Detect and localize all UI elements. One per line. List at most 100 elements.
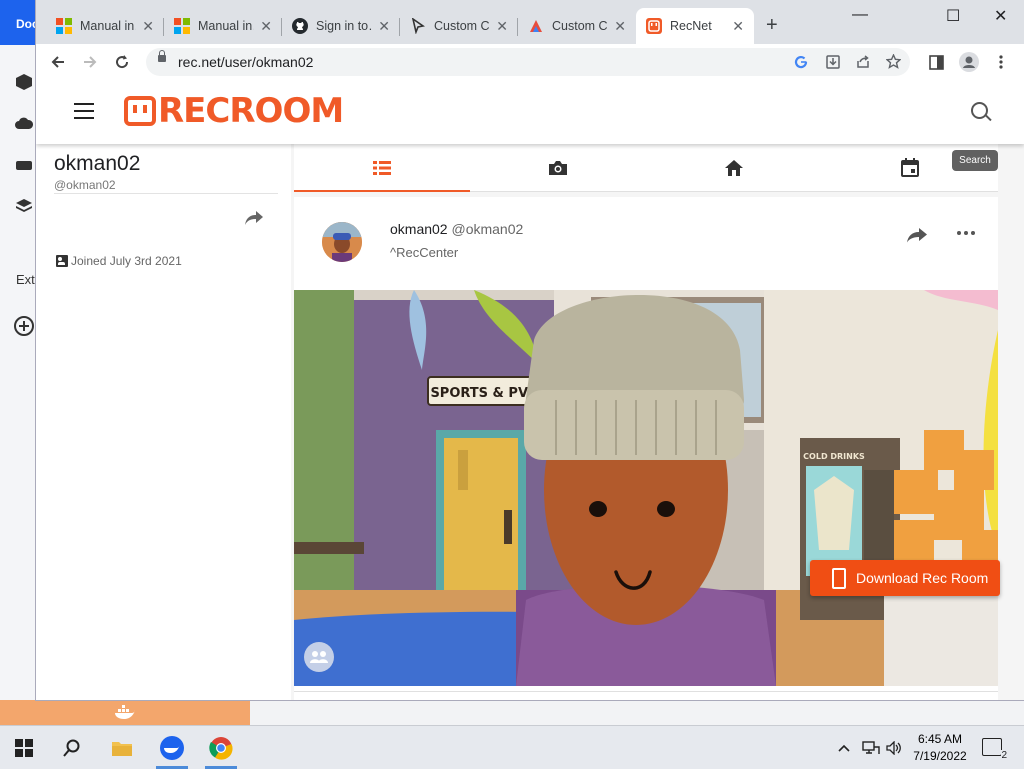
photo-post-card: okman02 @okman02 ^RecCenter SPORTS & PVP… — [294, 197, 998, 700]
tab-close-icon[interactable]: ✕ — [496, 18, 508, 35]
search-taskbar-button[interactable] — [48, 726, 96, 769]
search-tooltip: Search — [952, 150, 998, 171]
post-photo[interactable]: SPORTS & PVP COLD DRINKS — [294, 290, 998, 686]
share-page-icon[interactable] — [856, 55, 870, 69]
tab-title: Manual in… — [80, 19, 136, 33]
post-author-name: okman02 — [390, 221, 448, 237]
url-text[interactable]: rec.net/user/okman02 — [178, 54, 313, 70]
tab-rooms[interactable] — [646, 144, 822, 191]
install-icon[interactable] — [826, 55, 840, 69]
windows-logo-icon — [15, 738, 33, 757]
add-extension-icon[interactable] — [14, 316, 34, 336]
joined-text: Joined July 3rd 2021 — [71, 254, 182, 268]
tab-close-icon[interactable]: ✕ — [260, 18, 272, 35]
browser-toolbar: rec.net/user/okman02 — [36, 44, 1024, 81]
profile-display-name: okman02 — [54, 152, 141, 175]
google-icon[interactable] — [794, 55, 808, 69]
folder-icon — [112, 741, 132, 756]
tab-close-icon[interactable]: ✕ — [378, 18, 390, 35]
recroom-logo[interactable]: RECROOM — [124, 91, 344, 131]
sports-pvp-sign: SPORTS & PVP — [430, 386, 537, 401]
post-room-link[interactable]: ^RecCenter — [390, 245, 458, 260]
reload-button[interactable] — [110, 50, 134, 74]
post-author[interactable]: okman02 @okman02 — [390, 221, 523, 237]
address-bar[interactable]: rec.net/user/okman02 — [146, 48, 910, 76]
download-label: Download Rec Room — [856, 570, 989, 586]
microsoft-icon — [174, 18, 190, 34]
file-explorer-button[interactable] — [98, 726, 146, 769]
camera-icon — [549, 160, 567, 175]
recroom-face-icon — [124, 96, 156, 126]
docker-icon — [160, 735, 184, 760]
layers-icon[interactable] — [14, 196, 34, 216]
tab-close-icon[interactable]: ✕ — [732, 18, 744, 35]
hamburger-menu-icon[interactable] — [74, 103, 94, 119]
profile-button[interactable] — [957, 50, 981, 74]
logo-text: RECROOM — [158, 91, 344, 131]
chrome-taskbar-button[interactable] — [197, 726, 245, 769]
maximize-button[interactable]: ☐ — [946, 6, 960, 26]
lock-icon[interactable] — [158, 50, 166, 62]
tab-close-icon[interactable]: ✕ — [142, 18, 154, 35]
browser-tab-3[interactable]: Sign in to… ✕ — [282, 8, 400, 44]
clock[interactable]: 6:45 AM 7/19/2022 — [900, 731, 980, 765]
browser-tab-1[interactable]: Manual in… ✕ — [46, 8, 164, 44]
background-app-sidebar: Doc Ext — [0, 0, 37, 700]
share-icon[interactable] — [244, 210, 264, 226]
tab-photos[interactable] — [470, 144, 646, 191]
tab-title: Custom C… — [434, 19, 490, 33]
github-icon — [292, 18, 308, 34]
minimize-button[interactable]: — — [852, 6, 868, 24]
recroom-icon — [646, 18, 662, 34]
profile-handle: @okman02 — [54, 178, 116, 192]
browser-window: Manual in… ✕ Manual in… ✕ Sign in to… ✕ … — [36, 0, 1024, 700]
clock-time: 6:45 AM — [917, 732, 963, 746]
feed-list-icon — [373, 160, 391, 175]
recroom-snapshot-image: SPORTS & PVP COLD DRINKS — [294, 290, 998, 686]
network-icon[interactable] — [862, 726, 880, 769]
share-icon[interactable] — [906, 227, 928, 243]
download-rec-room-button[interactable]: Download Rec Room — [810, 560, 1000, 596]
post-footer — [294, 691, 998, 700]
browser-tab-recnet[interactable]: RecNet ✕ — [636, 8, 754, 44]
chrome-icon — [209, 736, 233, 760]
people-icon — [310, 651, 328, 663]
joined-date: Joined July 3rd 2021 — [56, 254, 182, 268]
search-icon[interactable] — [971, 102, 988, 119]
docker-whale-icon — [115, 705, 135, 719]
chevron-up-icon — [838, 744, 850, 752]
more-options-icon[interactable] — [957, 231, 975, 235]
show-hidden-icons-button[interactable] — [838, 726, 850, 769]
search-icon — [63, 739, 80, 757]
bookmark-star-icon[interactable] — [886, 54, 901, 69]
contact-card-icon — [56, 255, 68, 267]
windows-taskbar: 6:45 AM 7/19/2022 2 — [0, 725, 1024, 769]
notification-center-icon[interactable]: 2 — [982, 738, 1007, 761]
tab-title: Manual in… — [198, 19, 254, 33]
browser-tab-5[interactable]: Custom C… ✕ — [518, 8, 636, 44]
clock-date: 7/19/2022 — [913, 749, 967, 763]
arrow-left-icon — [51, 56, 64, 68]
divider — [54, 193, 278, 194]
new-tab-button[interactable]: + — [766, 14, 778, 37]
calendar-icon — [901, 158, 919, 177]
side-panel-button[interactable] — [924, 50, 948, 74]
back-button[interactable] — [46, 50, 70, 74]
browser-tab-4[interactable]: Custom C… ✕ — [400, 8, 518, 44]
drive-icon[interactable] — [14, 155, 34, 175]
cloud-icon[interactable] — [14, 114, 34, 134]
background-docker-bar — [0, 700, 250, 725]
close-window-button[interactable]: ✕ — [994, 6, 1007, 26]
microsoft-icon — [56, 18, 72, 34]
tab-close-icon[interactable]: ✕ — [614, 18, 626, 35]
docker-taskbar-button[interactable] — [148, 726, 196, 769]
browser-tab-2[interactable]: Manual in… ✕ — [164, 8, 282, 44]
background-app-bottom — [0, 700, 1024, 725]
browser-menu-button[interactable] — [989, 50, 1013, 74]
tab-feed[interactable] — [294, 144, 470, 192]
avatar[interactable] — [322, 222, 362, 262]
cube-icon[interactable] — [14, 72, 34, 92]
forward-button[interactable] — [78, 50, 102, 74]
start-button[interactable] — [0, 726, 48, 769]
tagged-people-icon[interactable] — [304, 642, 334, 672]
